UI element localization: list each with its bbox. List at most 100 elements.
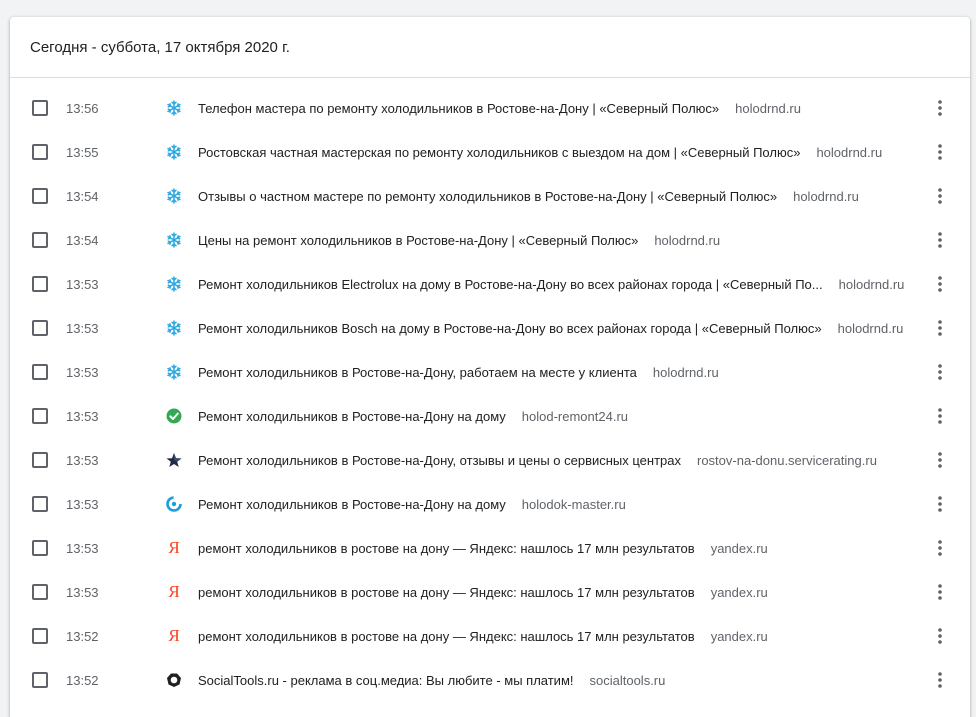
more-actions-icon[interactable] xyxy=(930,316,950,340)
row-content: Ремонт холодильников в Ростове-на-Дону, … xyxy=(198,365,920,380)
row-checkbox[interactable] xyxy=(32,144,48,160)
page-title-link[interactable]: SocialTools.ru - реклама в соц.медиа: Вы… xyxy=(198,673,574,688)
page-domain: socialtools.ru xyxy=(589,672,666,688)
row-checkbox[interactable] xyxy=(32,540,48,556)
history-row[interactable]: 13:55 Ростовская частная мастерская по р… xyxy=(10,130,970,174)
page-title-link[interactable]: Ростовская частная мастерская по ремонту… xyxy=(198,145,800,160)
page-title-link[interactable]: Ремонт холодильников в Ростове-на-Дону, … xyxy=(198,365,637,380)
visit-time: 13:53 xyxy=(66,320,99,336)
row-checkbox[interactable] xyxy=(32,320,48,336)
more-actions-icon[interactable] xyxy=(930,404,950,428)
page-title-link[interactable]: ремонт холодильников в ростове на дону —… xyxy=(198,541,695,556)
more-actions-icon[interactable] xyxy=(930,360,950,384)
yandex-glyph: Я xyxy=(168,582,180,601)
page-domain: yandex.ru xyxy=(710,540,768,556)
row-content: Телефон мастера по ремонту холодильников… xyxy=(198,101,920,116)
more-actions-icon[interactable] xyxy=(930,272,950,296)
history-row[interactable]: 13:54 Цены на ремонт холодильников в Рос… xyxy=(10,218,970,262)
row-content: Ремонт холодильников Bosch на дому в Рос… xyxy=(198,321,920,336)
visit-time: 13:53 xyxy=(66,496,99,512)
page-title-link[interactable]: Цены на ремонт холодильников в Ростове-н… xyxy=(198,233,638,248)
history-row[interactable]: 13:54 Отзывы о частном мастере по ремонт… xyxy=(10,174,970,218)
history-row[interactable]: 13:53 Ремонт холодильников Bosch на дому… xyxy=(10,306,970,350)
snowflake-icon xyxy=(166,320,182,336)
more-actions-icon[interactable] xyxy=(930,140,950,164)
page-domain: holodrnd.ru xyxy=(735,100,801,116)
page-title-link[interactable]: ремонт холодильников в ростове на дону —… xyxy=(198,629,695,644)
row-checkbox[interactable] xyxy=(32,628,48,644)
more-actions-icon[interactable] xyxy=(930,624,950,648)
visit-time: 13:53 xyxy=(66,452,99,468)
visit-time: 13:53 xyxy=(66,276,99,292)
row-content: Ремонт холодильников в Ростове-на-Дону н… xyxy=(198,409,920,424)
history-row[interactable]: 13:53 Яремонт холодильников в ростове на … xyxy=(10,570,970,614)
row-content: Ремонт холодильников Electrolux на дому … xyxy=(198,277,920,292)
page-domain: rostov-na-donu.servicerating.ru xyxy=(697,452,877,468)
visit-time: 13:52 xyxy=(66,672,99,688)
row-content: ремонт холодильников в ростове на дону —… xyxy=(198,629,920,644)
page-domain: yandex.ru xyxy=(710,584,768,600)
yandex-icon: Я xyxy=(166,626,182,645)
visit-time: 13:53 xyxy=(66,540,99,556)
star-icon xyxy=(166,452,182,468)
page-domain: holodrnd.ru xyxy=(816,144,883,160)
holodok-logo-icon xyxy=(166,496,182,512)
history-row[interactable]: 13:52 SocialTools.ru - реклама в соц.мед… xyxy=(10,658,970,702)
row-checkbox[interactable] xyxy=(32,452,48,468)
visit-time: 13:53 xyxy=(66,408,99,424)
page-title-link[interactable]: Ремонт холодильников в Ростове-на-Дону н… xyxy=(198,497,506,512)
row-content: ремонт холодильников в ростове на дону —… xyxy=(198,541,920,556)
visit-time: 13:53 xyxy=(66,364,99,380)
row-checkbox[interactable] xyxy=(32,496,48,512)
history-row[interactable]: 13:53 Ремонт холодильников в Ростове-на-… xyxy=(10,394,970,438)
page-title-link[interactable]: Ремонт холодильников Bosch на дому в Рос… xyxy=(198,321,822,336)
row-checkbox[interactable] xyxy=(32,188,48,204)
page-domain: holod-remont24.ru xyxy=(521,408,629,424)
more-actions-icon[interactable] xyxy=(930,668,950,692)
visit-time: 13:56 xyxy=(66,100,99,116)
yandex-glyph: Я xyxy=(168,626,180,645)
history-row[interactable]: 13:53 Ремонт холодильников в Ростове-на-… xyxy=(10,350,970,394)
snowflake-icon xyxy=(166,232,182,248)
more-actions-icon[interactable] xyxy=(930,492,950,516)
page-title-link[interactable]: Ремонт холодильников в Ростове-на-Дону, … xyxy=(198,453,681,468)
row-checkbox[interactable] xyxy=(32,672,48,688)
page-domain: holodrnd.ru xyxy=(793,188,859,204)
row-checkbox[interactable] xyxy=(32,408,48,424)
more-actions-icon[interactable] xyxy=(930,448,950,472)
page-domain: holodrnd.ru xyxy=(838,276,905,292)
more-actions-icon[interactable] xyxy=(930,96,950,120)
row-checkbox[interactable] xyxy=(32,100,48,116)
more-actions-icon[interactable] xyxy=(930,580,950,604)
page-title-link[interactable]: Телефон мастера по ремонту холодильников… xyxy=(198,101,719,116)
row-checkbox[interactable] xyxy=(32,276,48,292)
snowflake-icon xyxy=(166,188,182,204)
history-row[interactable]: 13:56 Телефон мастера по ремонту холодил… xyxy=(10,86,970,130)
visit-time: 13:54 xyxy=(66,188,99,204)
snowflake-icon xyxy=(166,276,182,292)
row-checkbox[interactable] xyxy=(32,584,48,600)
more-actions-icon[interactable] xyxy=(930,184,950,208)
row-content: Отзывы о частном мастере по ремонту холо… xyxy=(198,189,920,204)
row-checkbox[interactable] xyxy=(32,232,48,248)
more-actions-icon[interactable] xyxy=(930,228,950,252)
snowflake-icon xyxy=(166,364,182,380)
history-row[interactable]: 13:53 Яремонт холодильников в ростове на … xyxy=(10,526,970,570)
page-title-link[interactable]: Ремонт холодильников Electrolux на дому … xyxy=(198,277,823,292)
socialtools-icon xyxy=(166,672,182,688)
history-row[interactable]: 13:52 Яремонт холодильников в ростове на … xyxy=(10,614,970,658)
visit-time: 13:55 xyxy=(66,144,99,160)
history-row[interactable]: 13:53 Ремонт холодильников в Ростове-на-… xyxy=(10,438,970,482)
history-card: Сегодня - суббота, 17 октября 2020 г. 13… xyxy=(10,17,970,717)
yandex-icon: Я xyxy=(166,582,182,601)
snowflake-icon xyxy=(166,144,182,160)
history-row[interactable]: 13:53 Ремонт холодильников Electrolux на… xyxy=(10,262,970,306)
page-title-link[interactable]: Отзывы о частном мастере по ремонту холо… xyxy=(198,189,777,204)
page-domain: holodok-master.ru xyxy=(521,496,626,512)
page-title-link[interactable]: ремонт холодильников в ростове на дону —… xyxy=(198,585,695,600)
row-content: Ремонт холодильников в Ростове-на-Дону, … xyxy=(198,453,920,468)
page-title-link[interactable]: Ремонт холодильников в Ростове-на-Дону н… xyxy=(198,409,506,424)
history-row[interactable]: 13:53 Ремонт холодильников в Ростове-на-… xyxy=(10,482,970,526)
more-actions-icon[interactable] xyxy=(930,536,950,560)
row-checkbox[interactable] xyxy=(32,364,48,380)
